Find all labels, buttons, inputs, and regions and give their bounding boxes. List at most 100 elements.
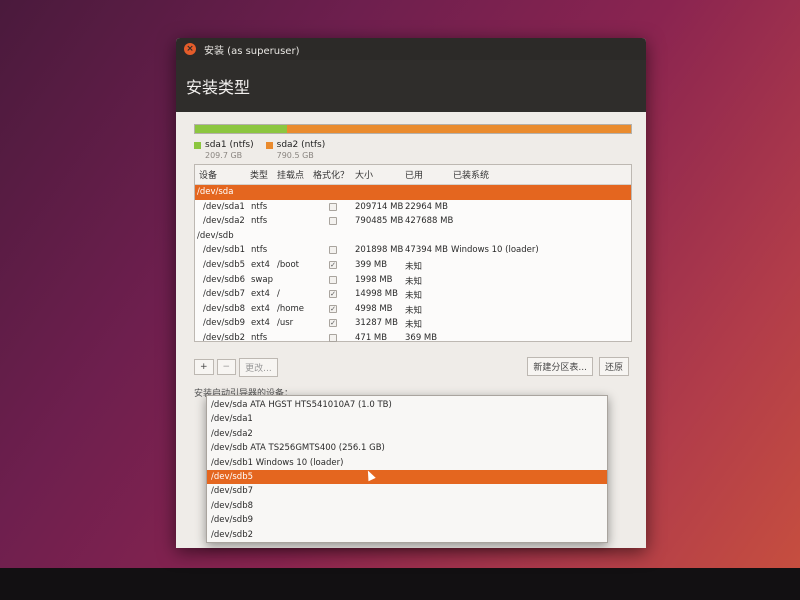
cell-device: /dev/sdb [197, 230, 234, 241]
partition-table[interactable]: 设备 类型 挂载点 格式化？ 大小 已用 已装系统 /dev/sda/dev/sda1 ntf… [194, 164, 632, 343]
window-title: 安装 (as superuser) [204, 45, 300, 57]
format-checkbox[interactable]: ✓ [329, 260, 337, 269]
table-row[interactable]: /dev/sdb5 ext4/boot 399 MB 未知 ✓ [195, 258, 631, 273]
boot-loader-option[interactable]: /dev/sda1 [207, 412, 607, 426]
legend-item: sda1 (ntfs) 209.7 GB [194, 140, 254, 160]
format-checkbox[interactable] [329, 246, 337, 255]
cell-used: 22964 MB [405, 201, 448, 212]
format-checkbox[interactable]: ✓ [329, 290, 337, 299]
format-checkbox[interactable] [329, 275, 337, 284]
boot-loader-option[interactable]: /dev/sda2 [207, 427, 607, 441]
cell-size: 31287 MB [355, 318, 398, 329]
cell-used: 未知 [405, 291, 423, 302]
cell-device: /dev/sdb7 [203, 289, 246, 300]
table-row[interactable]: /dev/sda1 ntfs 209714 MB 22964 MB [195, 200, 631, 215]
page-title: 安装类型 [186, 78, 251, 97]
cell-size: 4998 MB [355, 303, 393, 314]
column-header[interactable]: 设备 [199, 168, 217, 181]
cell-used: 未知 [405, 305, 423, 316]
format-checkbox[interactable] [329, 202, 337, 211]
column-header[interactable]: 挂载点 [277, 168, 304, 181]
boot-loader-option[interactable]: /dev/sdb1 Windows 10 (loader) [207, 456, 607, 470]
cell-type: swap [251, 274, 273, 285]
boot-loader-option[interactable]: /dev/sda ATA HGST HTS541010A7 (1.0 TB) [207, 398, 607, 412]
format-checkbox[interactable] [329, 217, 337, 226]
legend-size: 209.7 GB [205, 151, 243, 160]
cell-mount: /boot [277, 259, 299, 270]
table-row[interactable]: /dev/sdb1 ntfs 201898 MB 47394 MB Windows 10… [195, 243, 631, 258]
partition-legend: sda1 (ntfs) 209.7 GB sda2 (ntfs) 790.5 GB [194, 140, 632, 160]
legend-label: sda2 (ntfs) [276, 140, 326, 150]
close-icon[interactable]: × [184, 43, 196, 55]
change-partition-button[interactable]: 更改... [239, 357, 278, 377]
column-header[interactable]: 大小 [355, 168, 373, 181]
cell-size: 201898 MB [355, 245, 404, 256]
cell-type: ntfs [251, 332, 268, 343]
boot-loader-option[interactable]: /dev/sdb9 [207, 513, 607, 527]
cell-mount: /home [277, 303, 304, 314]
table-row[interactable]: /dev/sdb8 ext4/home 4998 MB 未知 ✓ [195, 302, 631, 317]
title-bar: × 安装 (as superuser) [176, 38, 646, 60]
cell-used: 未知 [405, 320, 423, 331]
new-partition-table-button[interactable]: 新建分区表... [527, 357, 593, 376]
partition-segment-1 [195, 125, 287, 133]
cell-mount: /usr [277, 318, 294, 329]
cell-used: 369 MB [405, 332, 438, 343]
boot-loader-option[interactable]: /dev/sdb5 [207, 469, 607, 485]
column-header[interactable]: 类型 [250, 168, 268, 181]
cell-mount: / [277, 289, 280, 300]
cell-type: ntfs [251, 216, 268, 227]
cell-type: ext4 [251, 318, 270, 329]
boot-loader-option[interactable]: /dev/sdb2 [207, 528, 607, 542]
cell-used: 47394 MB [405, 245, 448, 256]
cell-size: 14998 MB [355, 289, 398, 300]
partition-toolbar: + − 更改... 新建分区表... 还原 [194, 356, 632, 378]
table-row[interactable]: /dev/sdb [195, 229, 631, 244]
cell-device: /dev/sdb2 [203, 332, 246, 343]
page-header: 安装类型 [176, 60, 646, 112]
cell-type: ext4 [251, 289, 270, 300]
table-row[interactable]: /dev/sdb2 ntfs 471 MB 369 MB [195, 331, 631, 346]
cell-device: /dev/sda2 [203, 216, 245, 227]
table-row[interactable]: /dev/sdb6 swap 1998 MB 未知 [195, 273, 631, 288]
cell-size: 1998 MB [355, 274, 393, 285]
cell-used: 未知 [405, 261, 423, 272]
cell-type: ext4 [251, 303, 270, 314]
add-partition-button[interactable]: + [194, 359, 214, 375]
boot-loader-dropdown-list[interactable]: /dev/sda ATA HGST HTS541010A7 (1.0 TB)/d… [206, 395, 608, 543]
cell-device: /dev/sda [197, 187, 234, 197]
table-row[interactable]: /dev/sda2 ntfs 790485 MB 427688 MB [195, 214, 631, 229]
legend-swatch [265, 142, 273, 149]
format-checkbox[interactable] [329, 333, 337, 342]
boot-loader-option[interactable]: /dev/sdb8 [207, 499, 607, 513]
cell-size: 209714 MB [355, 201, 404, 212]
cell-device: /dev/sdb6 [203, 274, 246, 285]
cell-type: ext4 [251, 259, 270, 270]
boot-loader-option[interactable]: /dev/sdb7 [207, 484, 607, 498]
table-body: /dev/sda/dev/sda1 ntfs 209714 MB 22964 MB/d… [195, 185, 631, 346]
table-row[interactable]: /dev/sda [195, 185, 631, 200]
cell-device: /dev/sdb9 [203, 318, 246, 329]
table-row[interactable]: /dev/sdb9 ext4/usr 31287 MB 未知 ✓ [195, 316, 631, 331]
cell-device: /dev/sdb1 [203, 245, 246, 256]
screen-bottom-edge [0, 568, 800, 600]
remove-partition-button[interactable]: − [216, 359, 237, 375]
legend-size: 790.5 GB [276, 151, 314, 160]
cell-size: 399 MB [355, 259, 388, 270]
format-checkbox[interactable]: ✓ [329, 304, 337, 313]
cell-size: 471 MB [355, 332, 388, 343]
boot-loader-option[interactable]: /dev/sdb ATA TS256GMTS400 (256.1 GB) [207, 441, 607, 455]
cell-used: 未知 [405, 276, 423, 287]
column-header[interactable]: 已用 [405, 168, 423, 181]
table-row[interactable]: /dev/sdb7 ext4 / 14998 MB 未知 ✓ [195, 287, 631, 302]
column-header[interactable]: 已装系统 [453, 168, 489, 181]
format-checkbox[interactable]: ✓ [329, 319, 337, 328]
partition-segment-2 [286, 125, 631, 133]
cell-used: 427688 MB [405, 216, 454, 227]
revert-button[interactable]: 还原 [598, 357, 629, 376]
column-header[interactable]: 格式化？ [313, 168, 349, 181]
cell-device: /dev/sdb8 [203, 303, 246, 314]
table-header: 设备 类型 挂载点 格式化？ 大小 已用 已装系统 [195, 165, 631, 185]
cell-system: Windows 10 (loader) [451, 245, 539, 256]
legend-label: sda1 (ntfs) [205, 140, 254, 150]
